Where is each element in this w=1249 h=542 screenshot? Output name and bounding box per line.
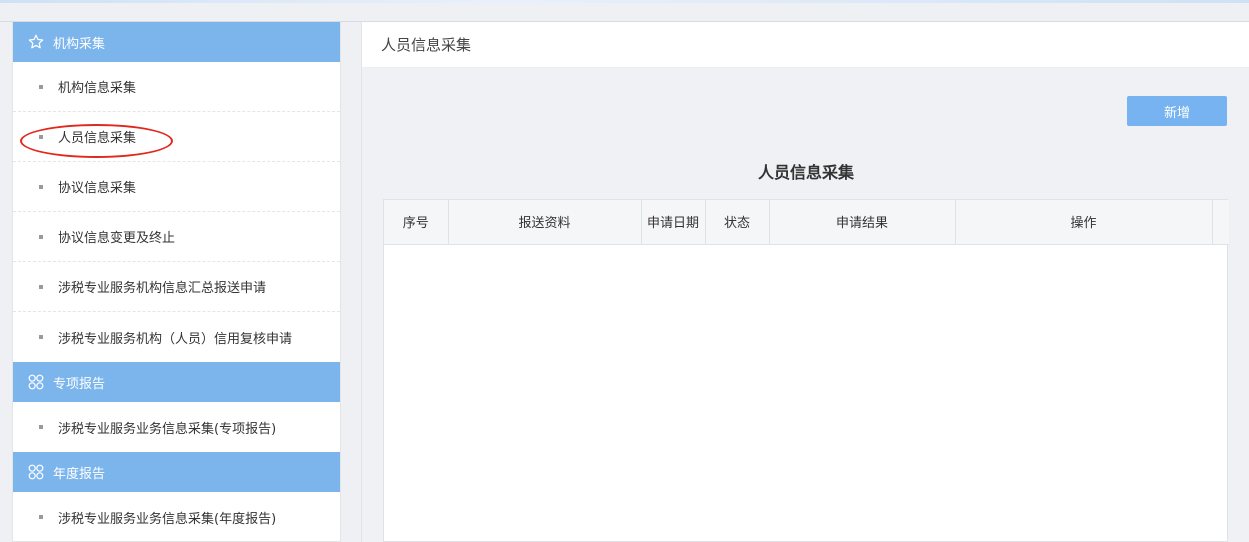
sidebar-item-credit-review[interactable]: 涉税专业服务机构（人员）信用复核申请 <box>13 312 340 362</box>
sidebar-item-special-report-info[interactable]: 涉税专业服务业务信息采集(专项报告) <box>13 402 340 452</box>
add-button[interactable]: 新增 <box>1127 96 1227 126</box>
sidebar-item-label: 协议信息变更及终止 <box>58 231 176 246</box>
scrollbar-gutter <box>1212 200 1229 245</box>
sidebar-item-summary-report[interactable]: 涉税专业服务机构信息汇总报送申请 <box>13 262 340 312</box>
column-header-date[interactable]: 申请日期 <box>641 200 706 245</box>
sidebar-item-agreement-change[interactable]: 协议信息变更及终止 <box>13 212 340 262</box>
top-bar <box>0 0 1249 22</box>
sidebar-item-label: 机构信息采集 <box>58 81 137 96</box>
bullet-icon <box>39 234 43 239</box>
top-bar-accent <box>0 0 1249 3</box>
column-header-status[interactable]: 状态 <box>705 200 770 245</box>
column-header-result[interactable]: 申请结果 <box>769 200 956 245</box>
sidebar-group-institution[interactable]: 机构采集 <box>13 22 340 62</box>
sidebar-item-agreement-info[interactable]: 协议信息采集 <box>13 162 340 212</box>
column-header-index[interactable]: 序号 <box>384 200 449 245</box>
page-title: 人员信息采集 <box>362 22 1249 68</box>
sidebar-item-label: 涉税专业服务机构（人员）信用复核申请 <box>58 331 293 347</box>
sidebar-group-annual-report[interactable]: 年度报告 <box>13 452 340 492</box>
data-table: 序号 报送资料 申请日期 状态 申请结果 操作 <box>383 199 1229 542</box>
sidebar-item-label: 协议信息采集 <box>58 181 137 196</box>
sidebar-item-label: 涉税专业服务业务信息采集(专项报告) <box>58 421 277 437</box>
bullet-icon <box>39 515 43 519</box>
sidebar-group-label: 机构采集 <box>53 36 106 52</box>
sidebar-group-special-report[interactable]: 专项报告 <box>13 362 340 402</box>
sidebar-item-annual-report-info[interactable]: 涉税专业服务业务信息采集(年度报告) <box>13 492 340 541</box>
bullet-icon <box>39 425 43 429</box>
grid-icon <box>27 373 45 391</box>
bullet-icon <box>39 184 43 189</box>
column-header-materials[interactable]: 报送资料 <box>448 200 642 245</box>
sidebar-item-label: 涉税专业服务业务信息采集(年度报告) <box>58 511 277 527</box>
column-header-actions[interactable]: 操作 <box>955 200 1213 245</box>
sidebar-item-label: 涉税专业服务机构信息汇总报送申请 <box>58 281 267 296</box>
grid-icon <box>27 463 45 481</box>
bullet-icon <box>39 284 43 289</box>
sidebar-item-label: 人员信息采集 <box>58 131 137 146</box>
main-panel: 人员信息采集 新增 人员信息采集 序号 报送资料 申请日期 状态 申请结果 操作 <box>361 22 1249 542</box>
bullet-icon <box>39 134 43 139</box>
sidebar: 机构采集 机构信息采集 人员信息采集 协议信息采集 协议信息变更及终止 涉税专业… <box>12 22 341 542</box>
star-icon <box>27 33 45 51</box>
section-title: 人员信息采集 <box>757 163 854 182</box>
sidebar-group-label: 专项报告 <box>53 376 106 392</box>
bullet-icon <box>39 335 43 339</box>
sidebar-group-label: 年度报告 <box>53 466 106 482</box>
bullet-icon <box>39 84 43 89</box>
sidebar-item-institution-info[interactable]: 机构信息采集 <box>13 62 340 112</box>
table-header-row: 序号 报送资料 申请日期 状态 申请结果 操作 <box>384 200 1229 245</box>
sidebar-item-personnel-info[interactable]: 人员信息采集 <box>13 112 340 162</box>
